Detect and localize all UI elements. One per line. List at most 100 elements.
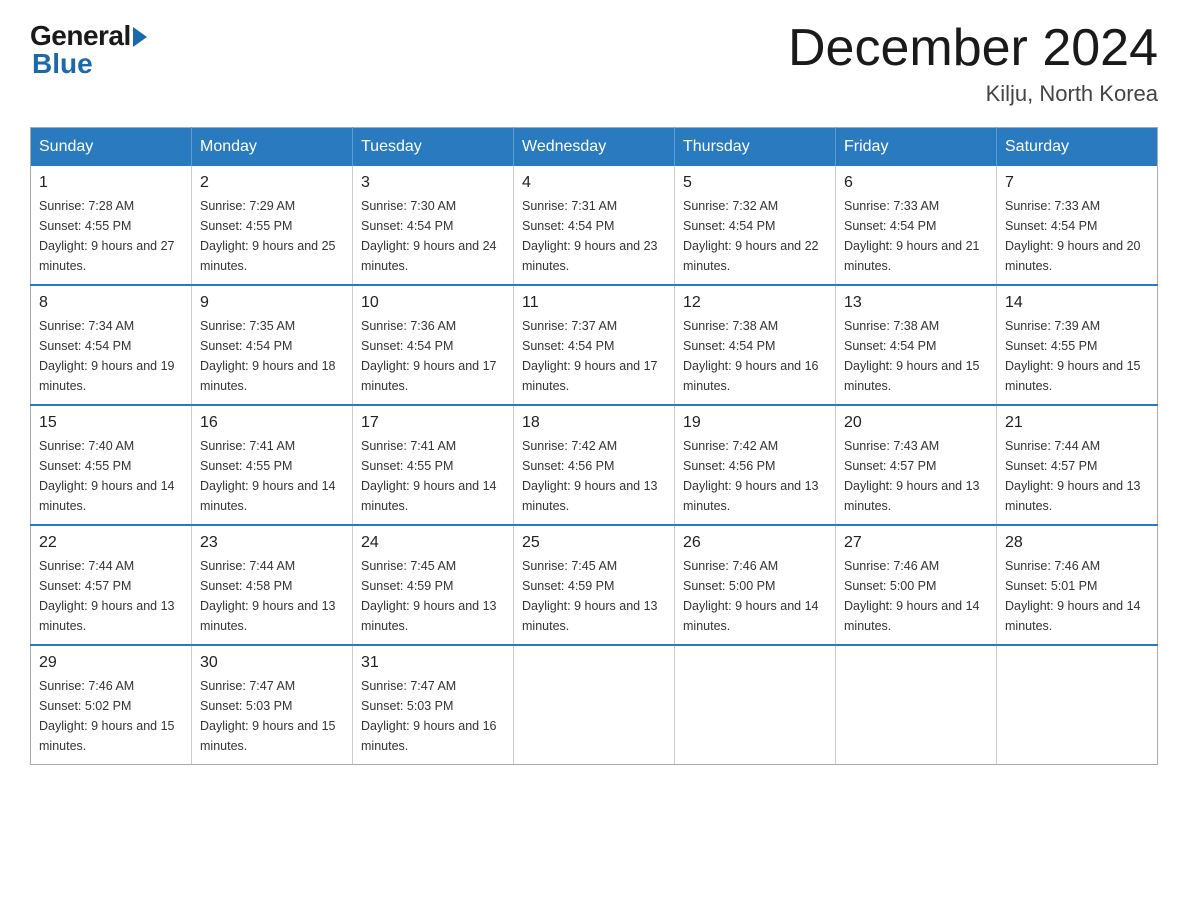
logo-arrow-icon: [133, 27, 147, 47]
day-number: 3: [361, 174, 505, 192]
day-number: 1: [39, 174, 183, 192]
day-number: 15: [39, 414, 183, 432]
calendar-day-cell: 17 Sunrise: 7:41 AMSunset: 4:55 PMDaylig…: [353, 405, 514, 525]
day-info: Sunrise: 7:30 AMSunset: 4:54 PMDaylight:…: [361, 196, 505, 276]
day-info: Sunrise: 7:29 AMSunset: 4:55 PMDaylight:…: [200, 196, 344, 276]
calendar-body: 1 Sunrise: 7:28 AMSunset: 4:55 PMDayligh…: [31, 166, 1158, 765]
day-number: 16: [200, 414, 344, 432]
weekday-header-thursday: Thursday: [675, 128, 836, 167]
calendar-day-cell: 21 Sunrise: 7:44 AMSunset: 4:57 PMDaylig…: [997, 405, 1158, 525]
calendar-day-cell: 18 Sunrise: 7:42 AMSunset: 4:56 PMDaylig…: [514, 405, 675, 525]
day-number: 31: [361, 654, 505, 672]
weekday-header-row: SundayMondayTuesdayWednesdayThursdayFrid…: [31, 128, 1158, 167]
weekday-header-saturday: Saturday: [997, 128, 1158, 167]
calendar-week-row: 29 Sunrise: 7:46 AMSunset: 5:02 PMDaylig…: [31, 645, 1158, 765]
day-info: Sunrise: 7:35 AMSunset: 4:54 PMDaylight:…: [200, 316, 344, 396]
day-info: Sunrise: 7:41 AMSunset: 4:55 PMDaylight:…: [200, 436, 344, 516]
calendar-day-cell: 7 Sunrise: 7:33 AMSunset: 4:54 PMDayligh…: [997, 166, 1158, 285]
day-number: 11: [522, 294, 666, 312]
day-number: 18: [522, 414, 666, 432]
day-number: 23: [200, 534, 344, 552]
day-number: 24: [361, 534, 505, 552]
day-number: 13: [844, 294, 988, 312]
calendar-week-row: 22 Sunrise: 7:44 AMSunset: 4:57 PMDaylig…: [31, 525, 1158, 645]
day-number: 26: [683, 534, 827, 552]
day-info: Sunrise: 7:33 AMSunset: 4:54 PMDaylight:…: [844, 196, 988, 276]
day-info: Sunrise: 7:38 AMSunset: 4:54 PMDaylight:…: [844, 316, 988, 396]
weekday-header-tuesday: Tuesday: [353, 128, 514, 167]
day-number: 25: [522, 534, 666, 552]
day-info: Sunrise: 7:38 AMSunset: 4:54 PMDaylight:…: [683, 316, 827, 396]
day-number: 12: [683, 294, 827, 312]
calendar-day-cell: 24 Sunrise: 7:45 AMSunset: 4:59 PMDaylig…: [353, 525, 514, 645]
day-number: 28: [1005, 534, 1149, 552]
calendar-week-row: 8 Sunrise: 7:34 AMSunset: 4:54 PMDayligh…: [31, 285, 1158, 405]
day-number: 5: [683, 174, 827, 192]
day-info: Sunrise: 7:34 AMSunset: 4:54 PMDaylight:…: [39, 316, 183, 396]
calendar-day-cell: 4 Sunrise: 7:31 AMSunset: 4:54 PMDayligh…: [514, 166, 675, 285]
calendar-day-cell: 11 Sunrise: 7:37 AMSunset: 4:54 PMDaylig…: [514, 285, 675, 405]
day-info: Sunrise: 7:46 AMSunset: 5:02 PMDaylight:…: [39, 676, 183, 756]
calendar-day-cell: [836, 645, 997, 765]
day-number: 27: [844, 534, 988, 552]
day-info: Sunrise: 7:44 AMSunset: 4:57 PMDaylight:…: [1005, 436, 1149, 516]
day-number: 17: [361, 414, 505, 432]
day-number: 7: [1005, 174, 1149, 192]
calendar-day-cell: [514, 645, 675, 765]
calendar-day-cell: 14 Sunrise: 7:39 AMSunset: 4:55 PMDaylig…: [997, 285, 1158, 405]
day-info: Sunrise: 7:41 AMSunset: 4:55 PMDaylight:…: [361, 436, 505, 516]
location-label: Kilju, North Korea: [788, 81, 1158, 107]
title-section: December 2024 Kilju, North Korea: [788, 20, 1158, 107]
calendar-day-cell: 29 Sunrise: 7:46 AMSunset: 5:02 PMDaylig…: [31, 645, 192, 765]
calendar-day-cell: 19 Sunrise: 7:42 AMSunset: 4:56 PMDaylig…: [675, 405, 836, 525]
day-info: Sunrise: 7:43 AMSunset: 4:57 PMDaylight:…: [844, 436, 988, 516]
day-number: 2: [200, 174, 344, 192]
day-info: Sunrise: 7:42 AMSunset: 4:56 PMDaylight:…: [522, 436, 666, 516]
day-info: Sunrise: 7:44 AMSunset: 4:57 PMDaylight:…: [39, 556, 183, 636]
logo-blue-text: Blue: [32, 48, 93, 80]
day-number: 9: [200, 294, 344, 312]
calendar-day-cell: [997, 645, 1158, 765]
day-info: Sunrise: 7:36 AMSunset: 4:54 PMDaylight:…: [361, 316, 505, 396]
day-info: Sunrise: 7:44 AMSunset: 4:58 PMDaylight:…: [200, 556, 344, 636]
day-info: Sunrise: 7:40 AMSunset: 4:55 PMDaylight:…: [39, 436, 183, 516]
weekday-header-wednesday: Wednesday: [514, 128, 675, 167]
calendar-day-cell: 10 Sunrise: 7:36 AMSunset: 4:54 PMDaylig…: [353, 285, 514, 405]
calendar-day-cell: 5 Sunrise: 7:32 AMSunset: 4:54 PMDayligh…: [675, 166, 836, 285]
day-info: Sunrise: 7:32 AMSunset: 4:54 PMDaylight:…: [683, 196, 827, 276]
day-info: Sunrise: 7:47 AMSunset: 5:03 PMDaylight:…: [361, 676, 505, 756]
calendar-day-cell: 26 Sunrise: 7:46 AMSunset: 5:00 PMDaylig…: [675, 525, 836, 645]
day-number: 20: [844, 414, 988, 432]
calendar-day-cell: 9 Sunrise: 7:35 AMSunset: 4:54 PMDayligh…: [192, 285, 353, 405]
month-title: December 2024: [788, 20, 1158, 77]
day-number: 19: [683, 414, 827, 432]
calendar-day-cell: 8 Sunrise: 7:34 AMSunset: 4:54 PMDayligh…: [31, 285, 192, 405]
calendar-day-cell: 20 Sunrise: 7:43 AMSunset: 4:57 PMDaylig…: [836, 405, 997, 525]
day-info: Sunrise: 7:39 AMSunset: 4:55 PMDaylight:…: [1005, 316, 1149, 396]
calendar-table: SundayMondayTuesdayWednesdayThursdayFrid…: [30, 127, 1158, 765]
calendar-week-row: 1 Sunrise: 7:28 AMSunset: 4:55 PMDayligh…: [31, 166, 1158, 285]
calendar-day-cell: 30 Sunrise: 7:47 AMSunset: 5:03 PMDaylig…: [192, 645, 353, 765]
calendar-day-cell: 23 Sunrise: 7:44 AMSunset: 4:58 PMDaylig…: [192, 525, 353, 645]
page-header: General Blue December 2024 Kilju, North …: [30, 20, 1158, 107]
calendar-day-cell: [675, 645, 836, 765]
day-number: 6: [844, 174, 988, 192]
calendar-day-cell: 28 Sunrise: 7:46 AMSunset: 5:01 PMDaylig…: [997, 525, 1158, 645]
calendar-day-cell: 16 Sunrise: 7:41 AMSunset: 4:55 PMDaylig…: [192, 405, 353, 525]
day-number: 21: [1005, 414, 1149, 432]
day-info: Sunrise: 7:33 AMSunset: 4:54 PMDaylight:…: [1005, 196, 1149, 276]
day-info: Sunrise: 7:45 AMSunset: 4:59 PMDaylight:…: [522, 556, 666, 636]
calendar-header: SundayMondayTuesdayWednesdayThursdayFrid…: [31, 128, 1158, 167]
day-info: Sunrise: 7:47 AMSunset: 5:03 PMDaylight:…: [200, 676, 344, 756]
calendar-week-row: 15 Sunrise: 7:40 AMSunset: 4:55 PMDaylig…: [31, 405, 1158, 525]
day-number: 30: [200, 654, 344, 672]
weekday-header-sunday: Sunday: [31, 128, 192, 167]
day-number: 29: [39, 654, 183, 672]
calendar-day-cell: 1 Sunrise: 7:28 AMSunset: 4:55 PMDayligh…: [31, 166, 192, 285]
day-info: Sunrise: 7:37 AMSunset: 4:54 PMDaylight:…: [522, 316, 666, 396]
day-number: 10: [361, 294, 505, 312]
day-number: 22: [39, 534, 183, 552]
day-info: Sunrise: 7:45 AMSunset: 4:59 PMDaylight:…: [361, 556, 505, 636]
day-info: Sunrise: 7:46 AMSunset: 5:00 PMDaylight:…: [683, 556, 827, 636]
calendar-day-cell: 25 Sunrise: 7:45 AMSunset: 4:59 PMDaylig…: [514, 525, 675, 645]
